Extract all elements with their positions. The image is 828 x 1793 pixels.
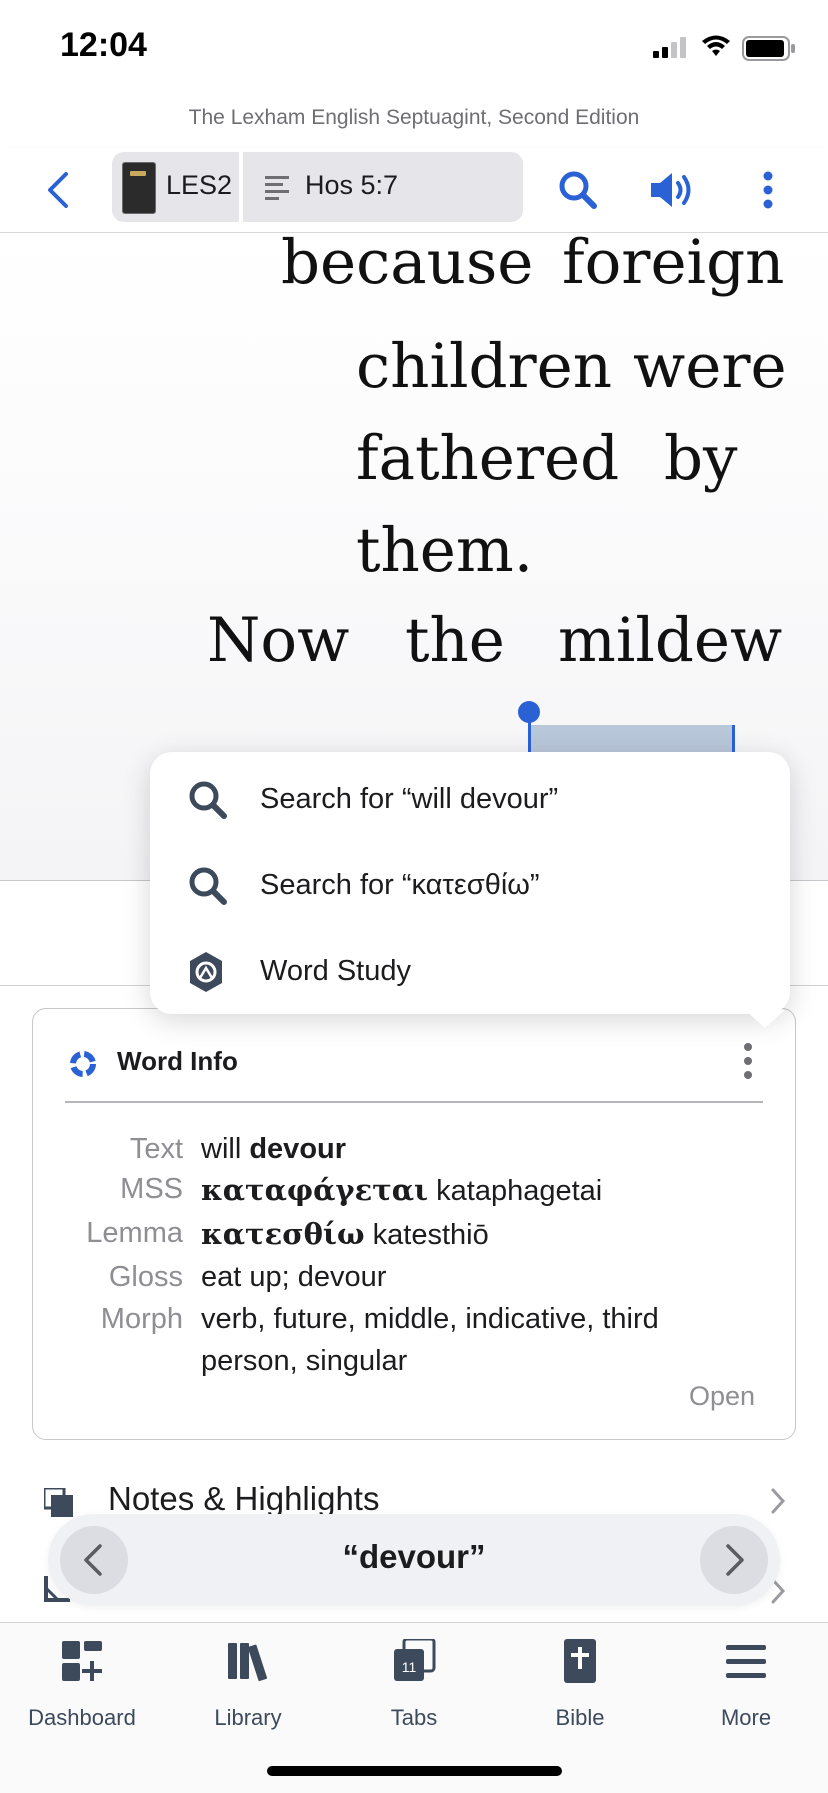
back-button[interactable] (40, 168, 80, 212)
library-icon (226, 1639, 270, 1687)
morph-label: Morph (100, 1303, 183, 1335)
vertical-ellipsis-icon (763, 171, 773, 209)
gloss-value: eat up; devour (201, 1261, 387, 1293)
search-button[interactable] (556, 168, 600, 212)
tab-label: Dashboard (28, 1705, 136, 1730)
search-icon (186, 864, 230, 912)
wifi-icon (700, 34, 732, 62)
more-options-button[interactable] (758, 166, 778, 214)
open-link[interactable]: Open (689, 1381, 755, 1412)
text-line: fathered by (0, 423, 828, 494)
search-icon (186, 778, 230, 826)
reference-selector[interactable]: Hos 5:7 (243, 152, 523, 222)
tab-dashboard[interactable]: Dashboard (12, 1639, 152, 1739)
vertical-ellipsis-icon (744, 1043, 752, 1079)
lemma-label: Lemma (86, 1217, 183, 1249)
word[interactable]: the (405, 605, 505, 676)
morph-value-line2: person, singular (201, 1345, 408, 1377)
toolbar: LES2 Hos 5:7 (0, 148, 828, 233)
gloss-label: Gloss (108, 1261, 183, 1293)
word[interactable]: foreign (562, 233, 784, 298)
chevron-right-icon (726, 1544, 744, 1576)
speaker-icon (651, 173, 691, 207)
notes-icon (42, 1486, 74, 1522)
menu-icon (724, 1639, 768, 1687)
tab-label: Bible (555, 1705, 605, 1730)
bible-icon (558, 1639, 602, 1687)
cellular-signal-icon (653, 36, 689, 62)
tab-library[interactable]: Library (178, 1639, 318, 1739)
book-cover-icon (122, 162, 156, 214)
menu-item-label: Word Study (260, 955, 411, 987)
tab-label: Library (214, 1705, 282, 1730)
battery-icon (742, 36, 796, 66)
word[interactable]: them. (356, 515, 533, 586)
word[interactable]: children (356, 331, 612, 402)
notes-highlights-label: Notes & Highlights (108, 1480, 380, 1517)
dashboard-icon (60, 1639, 104, 1687)
reference-label: Hos 5:7 (305, 170, 399, 200)
next-result-button[interactable] (700, 1526, 768, 1594)
tab-label: Tabs (390, 1705, 438, 1730)
home-indicator[interactable] (267, 1766, 562, 1776)
selection-start-knob[interactable] (518, 701, 540, 723)
chevron-right-icon (770, 1488, 786, 1518)
text-line: them. (0, 515, 828, 586)
tabs-icon: 11 (392, 1637, 436, 1687)
word-info-icon (68, 1049, 98, 1083)
tab-bible[interactable]: Bible (510, 1639, 650, 1739)
tabs-count: 11 (402, 1659, 417, 1675)
word[interactable]: because (281, 233, 533, 298)
menu-item-label: Search for “will devour” (260, 783, 559, 815)
list-icon (265, 174, 291, 204)
word-info-options-button[interactable] (738, 1039, 758, 1083)
menu-item-word-study[interactable]: Word Study (150, 928, 790, 1014)
search-term: “devour” (342, 1538, 486, 1575)
resource-title: The Lexham English Septuagint, Second Ed… (188, 106, 640, 129)
text-label: Text (129, 1133, 183, 1165)
word[interactable]: fathered (356, 423, 619, 494)
resource-selector[interactable]: LES2 (112, 152, 239, 222)
search-results-navigator: “devour” (48, 1514, 780, 1606)
word-info-title: Word Info (117, 1046, 238, 1076)
menu-item-search-english[interactable]: Search for “will devour” (150, 756, 790, 842)
mss-value: καταφάγεται kataphagetai (201, 1173, 603, 1207)
selection-context-menu: Search for “will devour” Search for “κατ… (150, 752, 790, 1014)
word[interactable]: were (633, 331, 787, 402)
tab-more[interactable]: More (676, 1639, 816, 1739)
morph-value-line1: verb, future, middle, indicative, third (201, 1303, 659, 1335)
search-icon (559, 171, 597, 209)
word[interactable]: by (664, 423, 738, 494)
word-info-panel: Word Info Text will devour MSS καταφάγετ… (32, 1008, 796, 1440)
word[interactable]: Now (207, 605, 349, 676)
tab-tabs[interactable]: 11 Tabs (344, 1637, 484, 1739)
text-value: will devour (201, 1133, 347, 1165)
mss-label: MSS (120, 1173, 183, 1205)
lemma-value[interactable]: κατεσθίω katesthiō (201, 1217, 489, 1252)
menu-item-search-greek[interactable]: Search for “κατεσθίω” (150, 842, 790, 928)
tab-label: More (720, 1705, 772, 1730)
word-study-icon (186, 950, 226, 998)
menu-item-label: Search for “κατεσθίω” (260, 869, 540, 901)
context-menu-pointer (745, 1010, 785, 1028)
text-line: because foreign (0, 233, 828, 298)
audio-button[interactable] (648, 166, 698, 214)
divider (65, 1101, 763, 1103)
word[interactable]: mildew (558, 605, 782, 676)
status-time: 12:04 (60, 26, 147, 64)
text-line: Now the mildew (0, 605, 828, 676)
text-line: children were (0, 331, 828, 402)
resource-label: LES2 (166, 170, 233, 200)
chevron-left-icon (48, 172, 68, 208)
